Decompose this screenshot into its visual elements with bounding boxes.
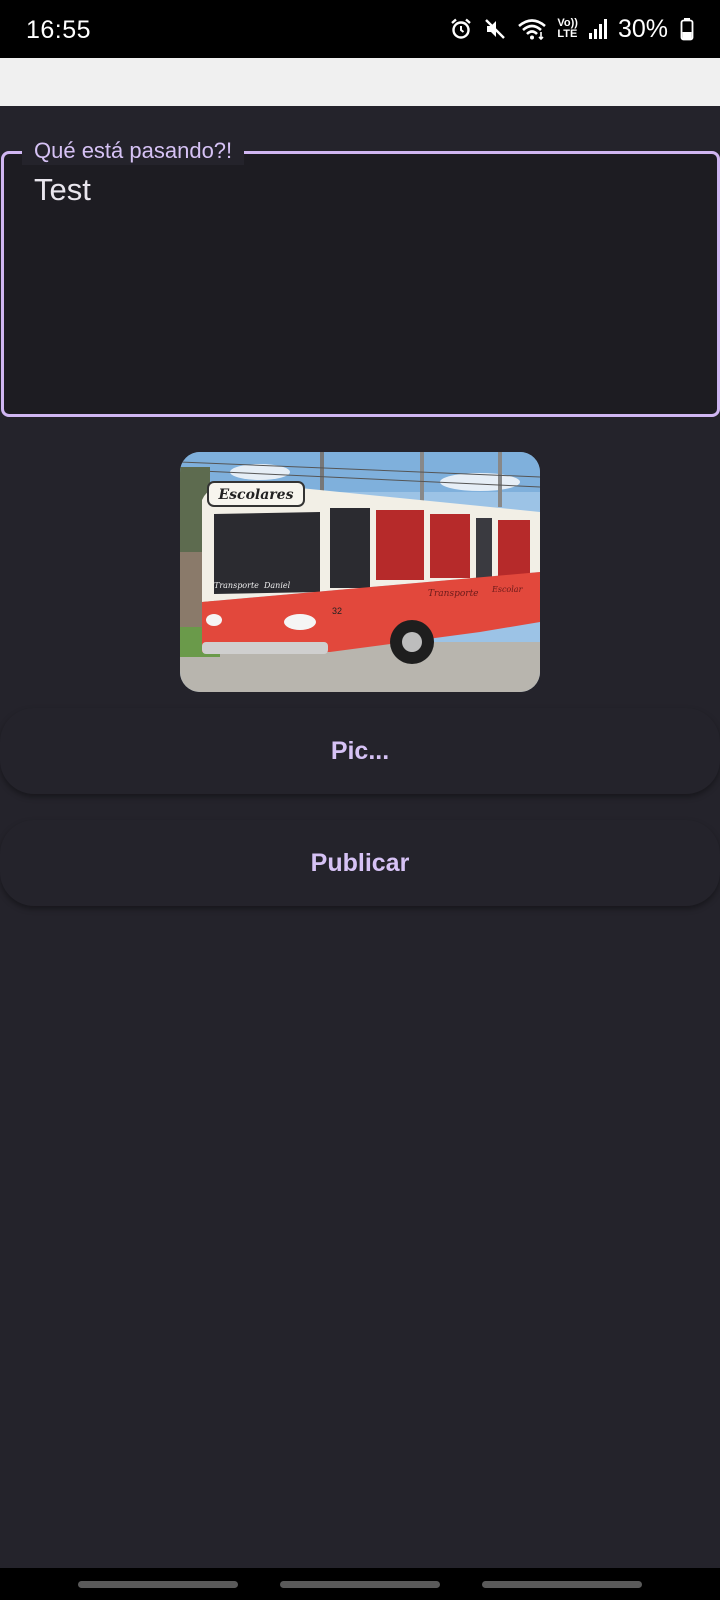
nav-back-handle[interactable] xyxy=(482,1581,642,1588)
nav-home-handle[interactable] xyxy=(280,1581,440,1588)
status-icons: Vo)) LTE 30% xyxy=(449,15,694,44)
volte-icon: Vo)) LTE xyxy=(557,17,578,40)
bus-sign-text: Escolares xyxy=(218,487,294,503)
svg-text:Transporte: Transporte xyxy=(428,589,479,599)
signal-icon xyxy=(588,19,607,39)
svg-text:Escolar: Escolar xyxy=(491,585,524,594)
pick-image-button[interactable]: Pic... xyxy=(0,708,720,794)
publish-label: Publicar xyxy=(310,848,410,877)
compose-screen: Qué está pasando?! Test Escolares Transp… xyxy=(0,106,720,1568)
status-bar: 16:55 Vo)) LTE 30% xyxy=(0,0,720,58)
svg-text:Transporte: Transporte xyxy=(214,581,259,590)
wifi-icon xyxy=(518,19,547,41)
battery-percent: 30% xyxy=(617,14,668,43)
publish-button[interactable]: Publicar xyxy=(0,820,720,906)
post-text-field[interactable]: Qué está pasando?! Test xyxy=(1,137,720,417)
alarm-icon xyxy=(451,18,472,39)
battery-icon xyxy=(680,18,694,41)
pick-image-label: Pic... xyxy=(330,736,390,765)
mute-icon xyxy=(485,19,506,39)
nav-recents-handle[interactable] xyxy=(78,1581,238,1588)
svg-text:32: 32 xyxy=(332,606,342,616)
app-bar xyxy=(0,58,720,106)
status-time: 16:55 xyxy=(26,15,92,44)
image-preview: Escolares Transporte Daniel Transporte E… xyxy=(180,452,540,692)
bus-photo: Escolares Transporte Daniel Transporte E… xyxy=(180,452,540,692)
svg-text:Daniel: Daniel xyxy=(263,581,291,590)
system-nav-bar xyxy=(0,1568,720,1600)
post-field-value[interactable]: Test xyxy=(34,172,91,208)
post-field-label: Qué está pasando?! xyxy=(22,137,245,165)
